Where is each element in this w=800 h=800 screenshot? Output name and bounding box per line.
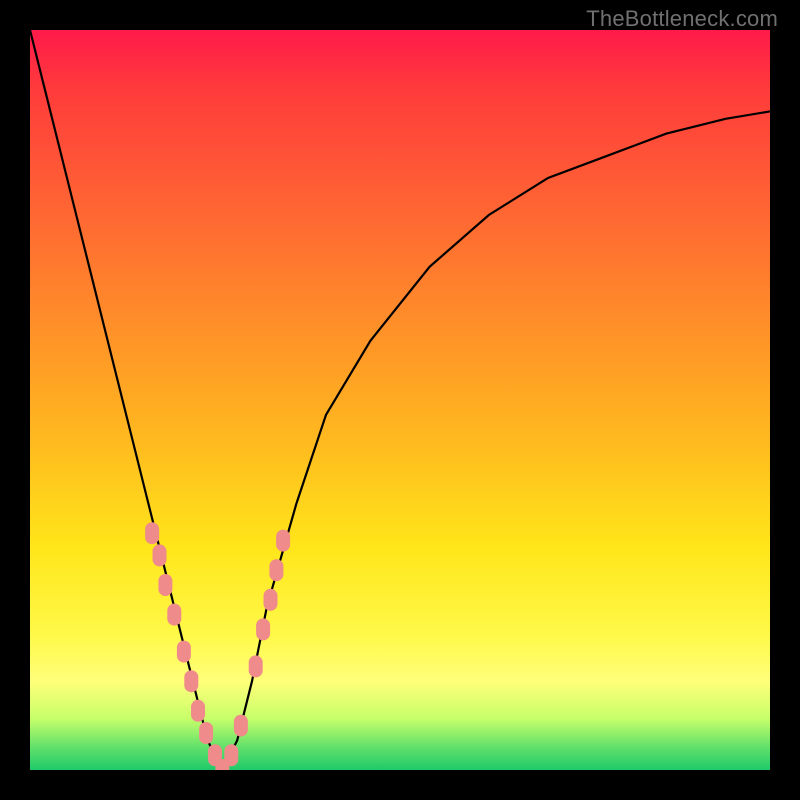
watermark-text: TheBottleneck.com: [586, 6, 778, 32]
scatter-point: [167, 604, 181, 626]
scatter-point: [199, 722, 213, 744]
highlighted-points: [145, 522, 290, 770]
scatter-point: [224, 744, 238, 766]
chart-svg: [30, 30, 770, 770]
scatter-point: [177, 641, 191, 663]
plot-area: [30, 30, 770, 770]
scatter-point: [158, 574, 172, 596]
scatter-point: [276, 530, 290, 552]
scatter-point: [249, 655, 263, 677]
scatter-point: [153, 544, 167, 566]
scatter-point: [145, 522, 159, 544]
scatter-point: [234, 715, 248, 737]
scatter-point: [269, 559, 283, 581]
scatter-point: [256, 618, 270, 640]
bottleneck-curve: [30, 30, 770, 770]
scatter-point: [191, 700, 205, 722]
scatter-point: [184, 670, 198, 692]
chart-frame: TheBottleneck.com: [0, 0, 800, 800]
scatter-point: [264, 589, 278, 611]
